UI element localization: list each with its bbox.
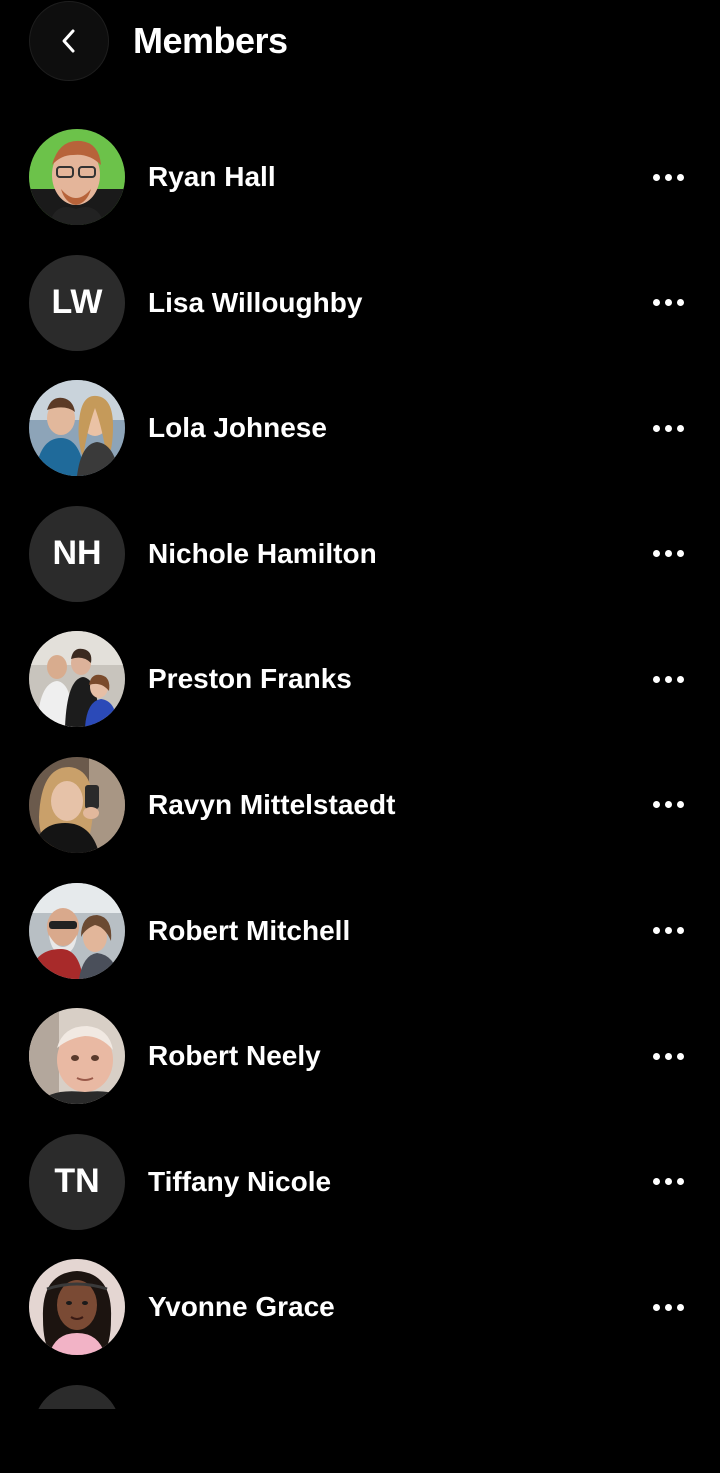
avatar xyxy=(29,882,125,979)
member-name: Ravyn Mittelstaedt xyxy=(148,788,396,820)
more-horizontal-icon xyxy=(652,550,660,558)
avatar xyxy=(29,631,125,728)
avatar: TN xyxy=(29,1133,125,1230)
more-dot xyxy=(664,1303,672,1311)
more-dot xyxy=(676,1178,684,1186)
page-title: Members xyxy=(133,20,288,61)
more-options-button[interactable] xyxy=(642,534,694,574)
avatar-photo xyxy=(29,882,125,979)
more-options-button[interactable] xyxy=(642,1162,694,1202)
member-name: Robert Mitchell xyxy=(148,914,351,946)
more-dot xyxy=(676,927,684,935)
more-horizontal-icon xyxy=(652,927,660,935)
member-row[interactable]: Ravyn Mittelstaedt xyxy=(0,742,720,868)
more-dot xyxy=(664,173,672,181)
avatar xyxy=(29,129,125,225)
avatar xyxy=(29,1008,125,1105)
more-options-button[interactable] xyxy=(642,785,694,825)
more-horizontal-icon xyxy=(652,424,660,432)
more-dot xyxy=(664,1052,672,1060)
more-options-button[interactable] xyxy=(642,157,694,197)
member-row[interactable]: Robert Mitchell xyxy=(0,868,720,994)
more-dot xyxy=(676,1052,684,1060)
member-name: Tiffany Nicole xyxy=(148,1165,332,1197)
member-name: Ryan Hall xyxy=(148,161,276,192)
member-row[interactable]: Ryan Hall xyxy=(0,114,720,240)
member-row[interactable]: Yvonne Grace xyxy=(0,1244,720,1370)
more-options-button[interactable] xyxy=(642,659,694,699)
avatar-photo xyxy=(29,380,125,477)
member-name: Lola Johnese xyxy=(148,412,327,444)
more-horizontal-icon xyxy=(652,801,660,809)
avatar-initials: TN xyxy=(29,1133,125,1230)
member-row[interactable]: TN Tiffany Nicole xyxy=(0,1119,720,1245)
avatar xyxy=(29,380,125,477)
more-horizontal-icon xyxy=(652,1303,660,1311)
member-list: Ryan Hall LW Lisa Willoughby Lola Johnes… xyxy=(0,114,720,1370)
more-dot xyxy=(664,550,672,558)
member-name: Yvonne Grace xyxy=(148,1291,335,1323)
avatar-photo xyxy=(29,1008,125,1105)
more-options-button[interactable] xyxy=(642,1036,694,1076)
more-horizontal-icon xyxy=(652,675,660,683)
more-dot xyxy=(664,927,672,935)
header: Members xyxy=(0,0,720,84)
more-options-button[interactable] xyxy=(642,911,694,951)
member-name: Robert Neely xyxy=(148,1040,321,1072)
more-dot xyxy=(664,424,672,432)
member-row[interactable]: Preston Franks xyxy=(0,616,720,742)
chevron-left-icon xyxy=(62,29,75,53)
more-horizontal-icon xyxy=(652,1052,660,1060)
avatar-photo xyxy=(29,631,125,728)
more-horizontal-icon xyxy=(652,299,660,307)
member-row[interactable]: LW Lisa Willoughby xyxy=(0,240,720,366)
more-dot xyxy=(664,675,672,683)
member-row[interactable]: NH Nichole Hamilton xyxy=(0,491,720,617)
more-dot xyxy=(664,299,672,307)
more-dot xyxy=(676,801,684,809)
more-dot xyxy=(664,801,672,809)
partial-avatar xyxy=(34,1385,120,1409)
avatar-clipped xyxy=(34,1385,120,1409)
more-dot xyxy=(676,299,684,307)
member-row[interactable]: Robert Neely xyxy=(0,993,720,1119)
more-dot xyxy=(676,1303,684,1311)
more-dot xyxy=(676,550,684,558)
more-horizontal-icon xyxy=(652,173,660,181)
more-dot xyxy=(676,675,684,683)
avatar: NH xyxy=(29,505,125,602)
more-options-button[interactable] xyxy=(642,1287,694,1327)
avatar xyxy=(29,756,125,853)
avatar-photo xyxy=(29,756,125,853)
member-name: Nichole Hamilton xyxy=(148,537,377,569)
member-name: Lisa Willoughby xyxy=(148,286,363,318)
avatar-photo xyxy=(29,129,125,225)
avatar-initials: NH xyxy=(29,505,125,602)
more-options-button[interactable] xyxy=(642,408,694,448)
more-horizontal-icon xyxy=(652,1178,660,1186)
back-button[interactable] xyxy=(29,1,109,81)
avatar-photo xyxy=(29,1259,125,1356)
avatar-initials: LW xyxy=(29,254,125,351)
avatar: LW xyxy=(29,254,125,351)
more-dot xyxy=(676,424,684,432)
member-row[interactable]: Lola Johnese xyxy=(0,365,720,491)
more-dot xyxy=(664,1178,672,1186)
member-name: Preston Franks xyxy=(148,663,352,695)
more-dot xyxy=(676,173,684,181)
avatar xyxy=(29,1259,125,1356)
more-options-button[interactable] xyxy=(642,283,694,323)
